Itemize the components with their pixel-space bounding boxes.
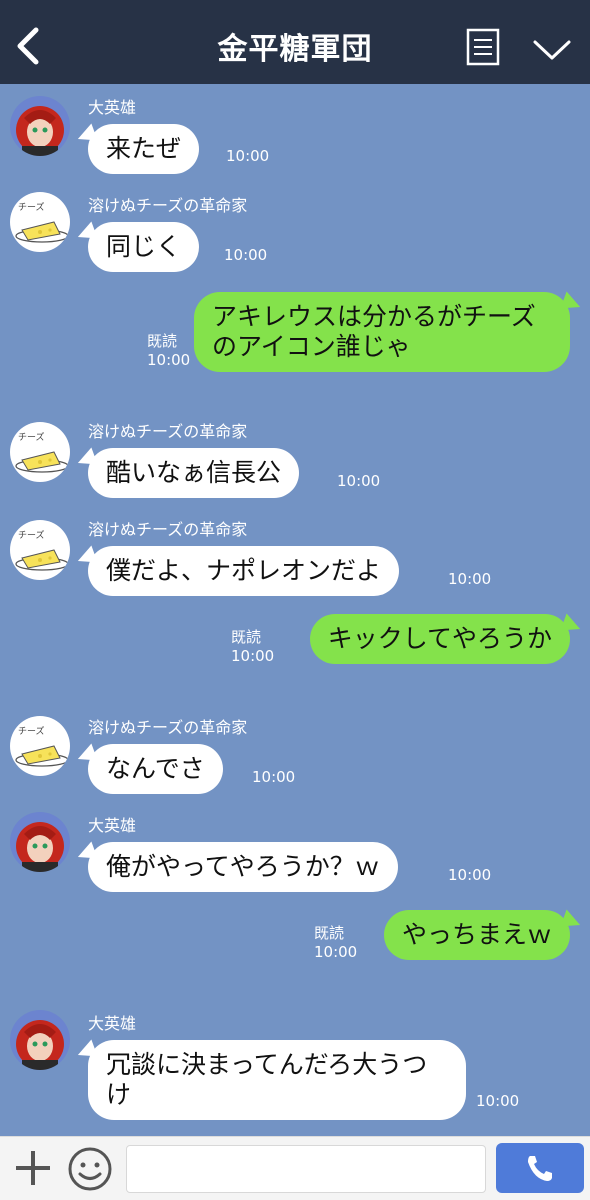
avatar-hero[interactable] [10, 1010, 70, 1070]
read-label: 既読 [314, 924, 345, 942]
message-composer [0, 1136, 590, 1200]
read-label: 既読 [231, 628, 262, 646]
avatar-hero[interactable] [10, 96, 70, 156]
sender-name: 大英雄 [88, 98, 137, 117]
notes-icon[interactable] [466, 28, 500, 66]
sender-name: 大英雄 [88, 816, 137, 835]
message-bubble[interactable]: やっちまえｗ [383, 910, 570, 960]
chevron-down-icon[interactable] [532, 36, 572, 62]
message-bubble[interactable]: キックしてやろうか [309, 614, 570, 664]
message-time: 10:00 [224, 246, 268, 264]
avatar-cheese[interactable]: チーズ [10, 192, 70, 252]
read-status: 既読 10:00 [147, 332, 190, 370]
message-time: 10:00 [252, 768, 296, 786]
message-list[interactable]: 大英雄 来たぜ 10:00 チーズ 溶けぬチーズの革命家 同じく 10:00 既… [0, 84, 590, 1136]
message-bubble[interactable]: 来たぜ [88, 124, 200, 174]
sender-name: 溶けぬチーズの革命家 [88, 196, 248, 215]
message-time: 10:00 [476, 1092, 520, 1110]
read-label: 既読 [147, 332, 178, 350]
message-bubble[interactable]: 酷いなぁ信長公 [88, 448, 300, 498]
sender-name: 溶けぬチーズの革命家 [88, 520, 248, 539]
avatar-cheese[interactable]: チーズ [10, 422, 70, 482]
avatar-cheese[interactable]: チーズ [10, 716, 70, 776]
plus-icon[interactable] [12, 1147, 54, 1189]
smile-icon[interactable] [66, 1145, 114, 1193]
message-time: 10:00 [231, 647, 275, 665]
message-bubble[interactable]: アキレウスは分かるがチーズのアイコン誰じゃ [194, 292, 570, 372]
message-bubble[interactable]: 僕だよ、ナポレオンだよ [88, 546, 400, 596]
chat-title: 金平糖軍団 [217, 32, 373, 67]
svg-text:チーズ: チーズ [18, 725, 45, 737]
message-bubble[interactable]: 冗談に決まってんだろ大うつけ [88, 1040, 466, 1120]
read-status: 既読 10:00 [231, 628, 274, 666]
avatar-hero[interactable] [10, 812, 70, 872]
message-bubble[interactable]: 俺がやってやろうか？ｗ [88, 842, 398, 892]
sender-name: 溶けぬチーズの革命家 [88, 422, 248, 441]
message-time: 10:00 [448, 570, 492, 588]
message-input[interactable] [126, 1145, 486, 1193]
message-time: 10:00 [337, 472, 381, 490]
sender-name: 大英雄 [88, 1014, 137, 1033]
message-time: 10:00 [147, 351, 191, 369]
call-button[interactable] [496, 1143, 584, 1193]
message-time: 10:00 [314, 943, 358, 961]
svg-text:チーズ: チーズ [18, 201, 45, 213]
message-time: 10:00 [448, 866, 492, 884]
chat-header: 金平糖軍団 [0, 0, 590, 84]
sender-name: 溶けぬチーズの革命家 [88, 718, 248, 737]
message-bubble[interactable]: なんでさ [88, 744, 223, 794]
svg-text:チーズ: チーズ [18, 431, 45, 443]
message-bubble[interactable]: 同じく [88, 222, 200, 272]
message-time: 10:00 [226, 147, 270, 165]
avatar-cheese[interactable]: チーズ [10, 520, 70, 580]
phone-icon [528, 1156, 552, 1181]
svg-text:チーズ: チーズ [18, 529, 45, 541]
read-status: 既読 10:00 [314, 924, 357, 962]
